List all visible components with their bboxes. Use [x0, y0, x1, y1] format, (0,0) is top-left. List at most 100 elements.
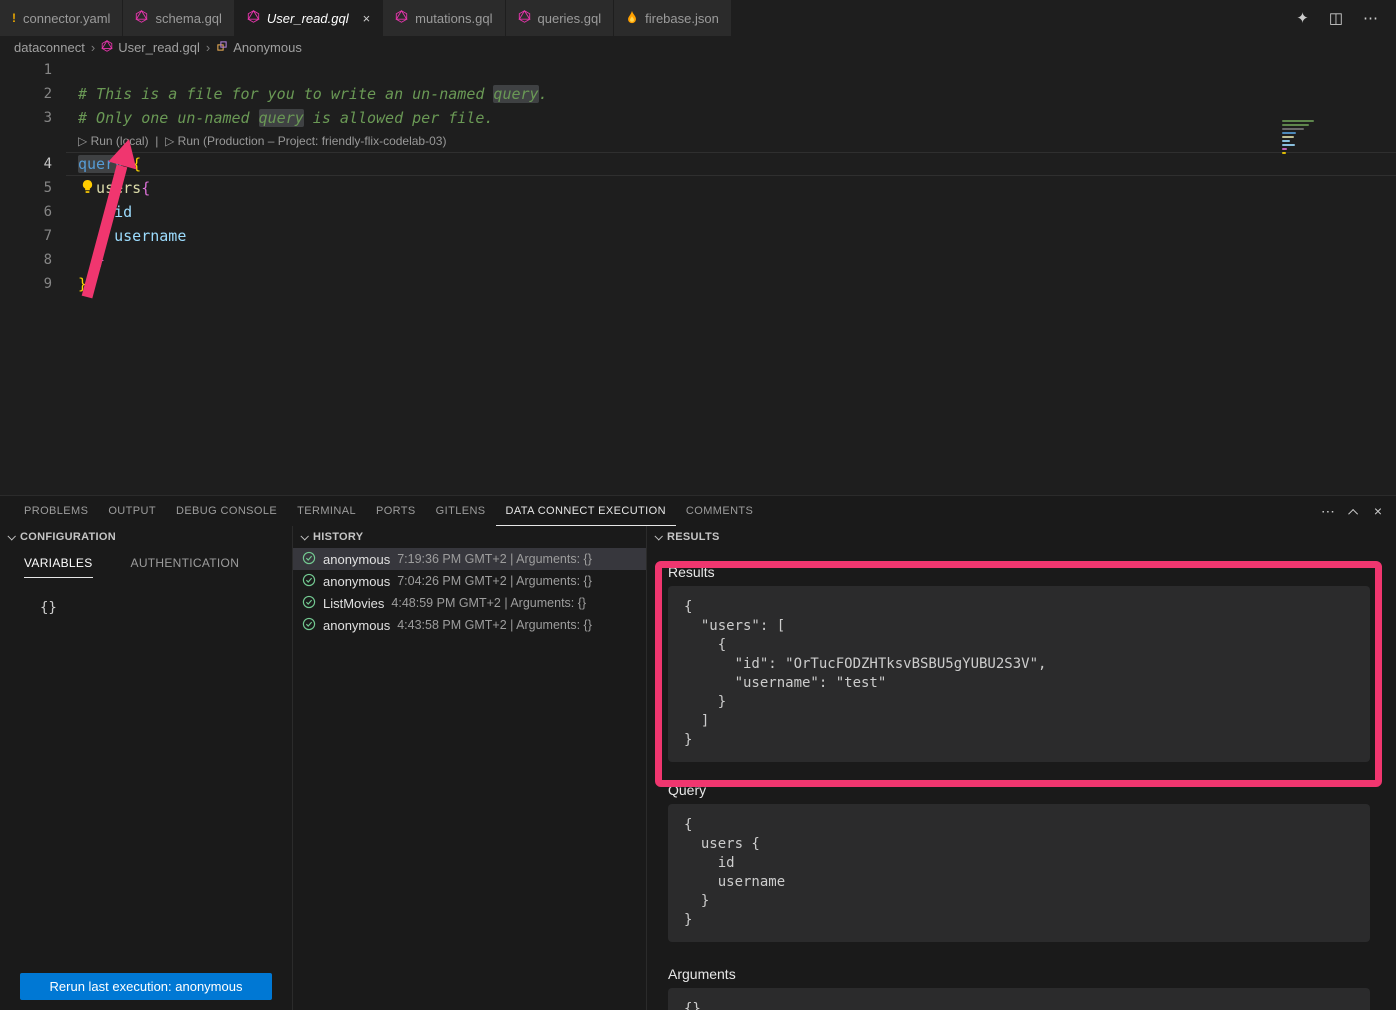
history-title: HISTORY	[313, 531, 363, 543]
codelens-separator: |	[155, 134, 158, 148]
tab-connector-yaml[interactable]: ! connector.yaml	[0, 0, 122, 36]
configuration-header[interactable]: CONFIGURATION	[0, 526, 292, 548]
variables-editor[interactable]: {}	[40, 600, 292, 616]
arguments-block: {}	[668, 988, 1370, 1010]
codelens-row: ▷ Run (local) | ▷ Run (Production – Proj…	[0, 130, 1396, 152]
run-production-label: Run (Production – Project: friendly-flix…	[178, 134, 447, 148]
check-circle-icon	[302, 573, 316, 590]
editor-actions: ✦ ◫ ⋯	[1296, 0, 1396, 36]
tab-firebase-json[interactable]: firebase.json	[614, 0, 731, 36]
check-circle-icon	[302, 595, 316, 612]
panel-tab-gitlens[interactable]: GITLENS	[426, 496, 496, 526]
results-section: RESULTS Results { "users": [ { "id": "Or…	[647, 526, 1396, 1010]
highlighted-word: query	[259, 109, 304, 127]
line-number: 7	[0, 224, 66, 248]
id-field: id	[78, 203, 132, 221]
tab-label: connector.yaml	[23, 11, 110, 26]
history-header[interactable]: HISTORY	[293, 526, 646, 548]
query-label: Query	[668, 782, 1370, 798]
run-local-link[interactable]: ▷ Run (local)	[78, 134, 149, 148]
tab-queries-gql[interactable]: queries.gql	[506, 0, 614, 36]
comment-text: # This is a file for you to write an un-…	[78, 85, 493, 103]
comment-text: # Only one un-named	[78, 109, 259, 127]
breadcrumb-file[interactable]: User_read.gql	[101, 40, 200, 55]
history-item-meta: 4:48:59 PM GMT+2 | Arguments: {}	[391, 596, 586, 610]
line-number: 4	[0, 152, 66, 176]
panel-tab-output[interactable]: OUTPUT	[98, 496, 166, 526]
open-brace: {	[132, 155, 141, 173]
code-line-7: 7 username	[0, 224, 1396, 248]
panel-tab-comments[interactable]: COMMENTS	[676, 496, 763, 526]
panel-tab-data-connect-execution[interactable]: DATA CONNECT EXECUTION	[496, 496, 676, 526]
code-line-5: 5 users{	[0, 176, 1396, 200]
lightbulb-icon[interactable]	[80, 179, 96, 195]
minimap[interactable]	[1282, 120, 1322, 156]
graphql-icon	[135, 10, 148, 26]
chevron-up-icon	[1348, 509, 1358, 519]
panel-tab-debug-console[interactable]: DEBUG CONSOLE	[166, 496, 287, 526]
tab-label: schema.gql	[155, 11, 221, 26]
breadcrumb-separator: ›	[206, 40, 210, 55]
history-item[interactable]: anonymous 7:19:36 PM GMT+2 | Arguments: …	[293, 548, 646, 570]
panel-more-icon[interactable]: ⋯	[1321, 503, 1335, 520]
tab-mutations-gql[interactable]: mutations.gql	[383, 0, 504, 36]
breadcrumb-symbol[interactable]: Anonymous	[216, 40, 302, 55]
comment-text: is allowed per file.	[304, 109, 494, 127]
panel-tab-problems[interactable]: PROBLEMS	[14, 496, 98, 526]
chevron-down-icon	[300, 532, 308, 540]
panel-tab-ports[interactable]: PORTS	[366, 496, 426, 526]
check-circle-icon	[302, 551, 316, 568]
open-brace: {	[141, 179, 150, 197]
configuration-tabs: VARIABLES AUTHENTICATION	[0, 556, 292, 578]
code-line-8: 8 }	[0, 248, 1396, 272]
sparkle-icon[interactable]: ✦	[1296, 9, 1309, 27]
history-item-name: ListMovies	[323, 596, 384, 611]
panel-tab-terminal[interactable]: TERMINAL	[287, 496, 366, 526]
highlighted-word: query	[493, 85, 538, 103]
results-content: Results { "users": [ { "id": "OrTucFODZH…	[647, 548, 1396, 1010]
arguments-label: Arguments	[668, 966, 1370, 982]
firebase-flame-icon	[626, 10, 638, 27]
results-json: { "users": [ { "id": "OrTucFODZHTksvBSBU…	[684, 598, 1354, 750]
query-block: { users { id username } }	[668, 804, 1370, 942]
history-item-name: anonymous	[323, 618, 390, 633]
run-production-link[interactable]: ▷ Run (Production – Project: friendly-fl…	[165, 134, 446, 148]
history-item[interactable]: anonymous 4:43:58 PM GMT+2 | Arguments: …	[293, 614, 646, 636]
more-actions-icon[interactable]: ⋯	[1363, 9, 1378, 27]
breadcrumb-folder[interactable]: dataconnect	[14, 40, 85, 55]
configuration-section: CONFIGURATION VARIABLES AUTHENTICATION {…	[0, 526, 293, 1010]
editor-tab-bar: ! connector.yaml schema.gql User_read.gq…	[0, 0, 1396, 36]
arguments-text: {}	[684, 1000, 1354, 1010]
history-section: HISTORY anonymous 7:19:36 PM GMT+2 | Arg…	[293, 526, 647, 1010]
results-json-block: { "users": [ { "id": "OrTucFODZHTksvBSBU…	[668, 586, 1370, 762]
tab-user-read-gql[interactable]: User_read.gql ×	[235, 0, 382, 36]
panel-maximize-icon[interactable]	[1351, 503, 1358, 519]
panel-close-icon[interactable]: ×	[1374, 503, 1382, 519]
history-item[interactable]: anonymous 7:04:26 PM GMT+2 | Arguments: …	[293, 570, 646, 592]
play-icon: ▷	[78, 134, 87, 148]
close-tab-icon[interactable]: ×	[363, 12, 371, 25]
symbol-icon	[216, 40, 228, 55]
split-editor-icon[interactable]: ◫	[1329, 9, 1343, 27]
code-line-4: 4 query {	[0, 152, 1396, 176]
rerun-last-execution-button[interactable]: Rerun last execution: anonymous	[20, 973, 272, 1000]
breadcrumb-file-label: User_read.gql	[118, 40, 200, 55]
check-circle-icon	[302, 617, 316, 634]
query-keyword: query	[78, 155, 123, 173]
breadcrumb-separator: ›	[91, 40, 95, 55]
line-number: 6	[0, 200, 66, 224]
results-header[interactable]: RESULTS	[647, 526, 1396, 548]
comment-text: .	[539, 85, 548, 103]
graphql-icon	[518, 10, 531, 26]
close-brace: }	[78, 275, 87, 293]
yaml-warning-icon: !	[12, 11, 16, 25]
tab-authentication[interactable]: AUTHENTICATION	[131, 556, 240, 578]
code-line-1: 1	[0, 58, 1396, 82]
tab-variables[interactable]: VARIABLES	[24, 556, 93, 578]
history-item-name: anonymous	[323, 574, 390, 589]
history-item-meta: 7:04:26 PM GMT+2 | Arguments: {}	[397, 574, 592, 588]
tab-schema-gql[interactable]: schema.gql	[123, 0, 233, 36]
code-editor[interactable]: 1 2 # This is a file for you to write an…	[0, 58, 1396, 495]
code-line-9: 9 }	[0, 272, 1396, 296]
history-item[interactable]: ListMovies 4:48:59 PM GMT+2 | Arguments:…	[293, 592, 646, 614]
